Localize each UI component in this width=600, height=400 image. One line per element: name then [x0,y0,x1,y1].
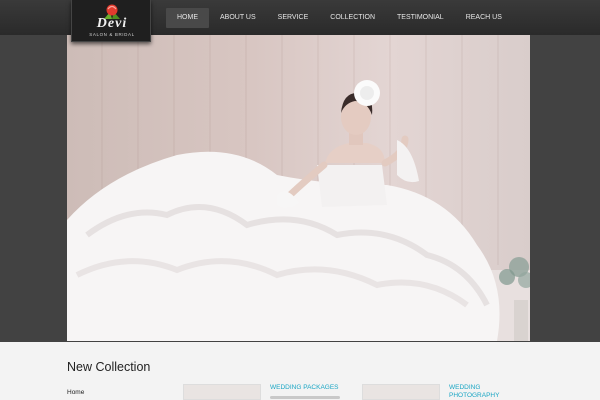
nav-about-us[interactable]: ABOUT US [209,8,267,28]
section-title: New Collection [67,360,151,374]
card-title-wedding-photography[interactable]: WEDDING PHOTOGRAPHY [449,384,511,400]
hero-image [67,35,530,341]
plant-icon [499,257,530,341]
nav-testimonial[interactable]: TESTIMONIAL [386,8,455,28]
nav-reach-us[interactable]: REACH US [455,8,513,28]
logo[interactable]: Devi SALON & BRIDAL [71,0,151,42]
logo-tagline: SALON & BRIDAL [89,32,135,37]
card-thumbnail-wedding-photography[interactable] [362,384,440,400]
nav-home[interactable]: HOME [166,8,209,28]
card-thumbnail-wedding-packages[interactable] [183,384,261,400]
nav-service[interactable]: SERVICE [267,8,320,28]
logo-wordmark: Devi [96,16,128,31]
nav-collection[interactable]: COLLECTION [319,8,386,28]
sidebar-home-link[interactable]: Home [67,389,84,396]
main-navigation: HOME ABOUT US SERVICE COLLECTION TESTIMO… [166,8,513,28]
card-text-placeholder [270,396,340,399]
bride-illustration [67,80,530,341]
card-title-wedding-packages[interactable]: WEDDING PACKAGES [270,384,352,392]
